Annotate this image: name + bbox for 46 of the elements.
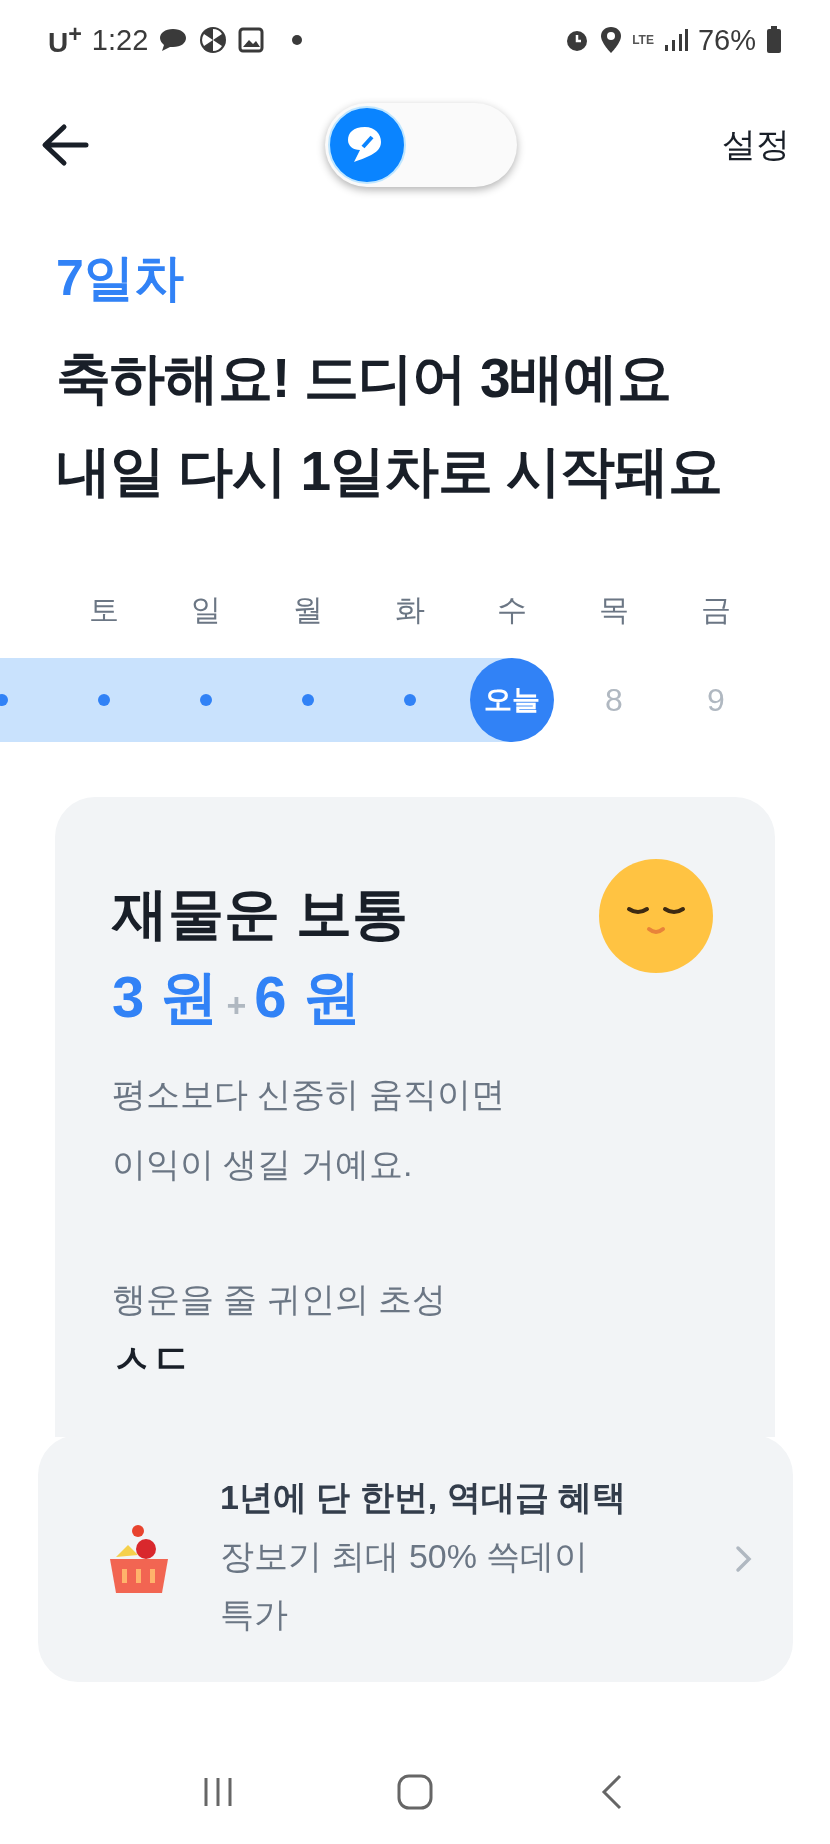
- battery-percent: 76%: [697, 23, 756, 57]
- hint-initials: ㅅㄷ: [112, 1337, 192, 1381]
- completed-day-dot: [200, 694, 212, 706]
- weekday-label: 금: [700, 592, 732, 628]
- settings-button[interactable]: 설정: [722, 122, 790, 168]
- weekday-label: 목: [598, 592, 630, 628]
- signal-icon: [663, 28, 688, 52]
- weekday-label: 월: [292, 592, 324, 628]
- day-number: 9: [707, 681, 725, 719]
- weekday-label: 토: [88, 592, 120, 628]
- grocery-basket-icon: [108, 1522, 170, 1595]
- completed-day-dot: [404, 694, 416, 706]
- home-icon[interactable]: [395, 1772, 435, 1812]
- today-badge: 오늘: [470, 658, 554, 742]
- headline: 축하해요! 드디어 3배예요: [56, 346, 673, 411]
- promo-banner[interactable]: 1년에 단 한번, 역대급 혜택 장보기 최대 50% 쓱데이 특가: [38, 1435, 793, 1682]
- completed-day-dot: [302, 694, 314, 706]
- plus-sign: +: [226, 986, 247, 1025]
- day-number: 8: [605, 681, 623, 719]
- image-icon: [238, 27, 265, 53]
- weekday-label: 일: [190, 592, 222, 628]
- network-label: LTE: [632, 34, 654, 46]
- toggle-switch[interactable]: [325, 103, 517, 187]
- notification-dot-icon: [292, 35, 303, 45]
- completed-day-dot: [98, 694, 110, 706]
- day-count: 7일차: [56, 249, 185, 308]
- weekday-label: 수: [496, 592, 528, 628]
- chat-icon: [158, 27, 189, 53]
- chevron-right-icon: [735, 1544, 753, 1573]
- carrier-label: U$^{+}$: [48, 20, 82, 60]
- headline: 내일 다시 1일차로 시작돼요: [56, 439, 724, 504]
- weekday-label: 화: [394, 592, 426, 628]
- clock: 1:22: [91, 23, 149, 57]
- fortune-description: 평소보다 신중히 움직이면 이익이 생길 거예요.: [112, 1074, 506, 1185]
- toggle-knob[interactable]: [327, 105, 407, 185]
- battery-icon: [766, 26, 782, 54]
- reward-amount: 3 원: [112, 963, 219, 1031]
- pinwheel-icon: [198, 25, 229, 55]
- promo-title: 1년에 단 한번, 역대급 혜택: [220, 1476, 628, 1518]
- back-arrow-icon[interactable]: [40, 123, 90, 167]
- hint-label: 행운을 줄 귀인의 초성: [112, 1279, 448, 1320]
- promo-subtitle: 장보기 최대 50% 쓱데이 특가: [220, 1535, 590, 1635]
- location-icon: [600, 26, 623, 54]
- bonus-amount: 6 원: [254, 963, 361, 1031]
- sleepy-face-icon: [599, 859, 713, 973]
- fortune-title: 재물운 보통: [112, 881, 408, 947]
